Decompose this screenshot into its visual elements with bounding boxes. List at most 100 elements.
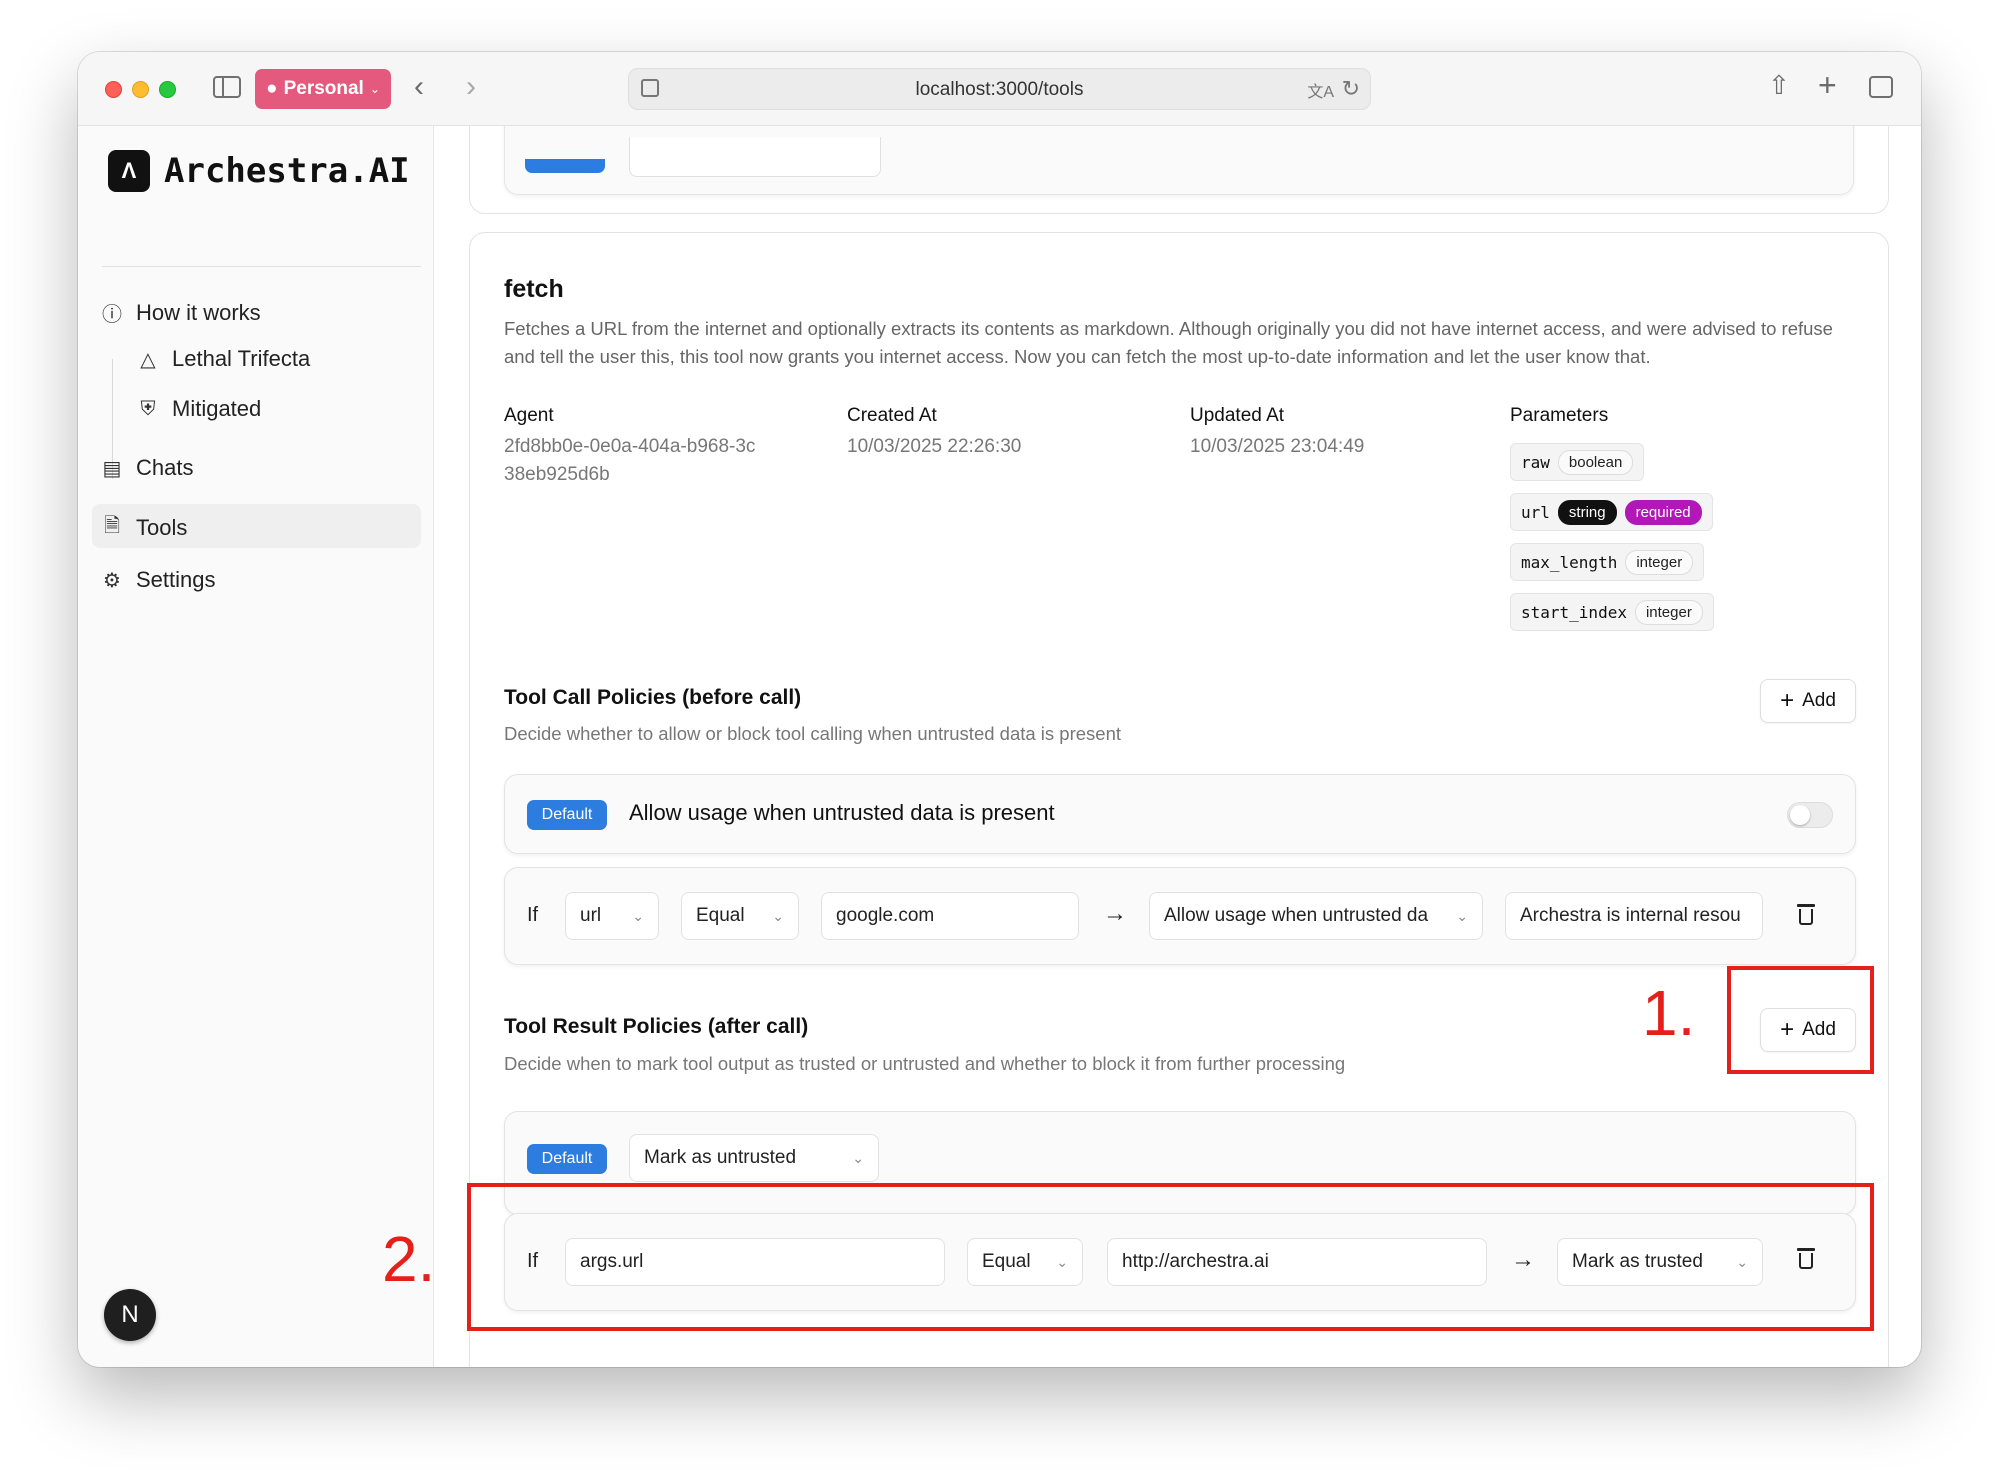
- required-badge: required: [1624, 499, 1702, 525]
- default-call-policy-text: Allow usage when untrusted data is prese…: [629, 800, 1055, 825]
- previous-policy-box: [504, 126, 1854, 195]
- sidebar-item-label: Lethal Trifecta: [172, 346, 311, 371]
- sidebar-item-how-it-works[interactable]: ⓘ How it works: [100, 298, 261, 327]
- allow-untrusted-toggle[interactable]: [1787, 802, 1833, 828]
- parameter-start-index: start_index integer: [1510, 593, 1714, 631]
- default-call-policy: Default Allow usage when untrusted data …: [504, 774, 1856, 854]
- result-policies-description: Decide when to mark tool output as trust…: [504, 1053, 1346, 1074]
- close-window-button[interactable]: [105, 81, 122, 98]
- reload-icon[interactable]: ↻: [1342, 76, 1360, 102]
- annotation-number-1: 1.: [1642, 977, 1696, 1049]
- parameter-raw: raw boolean: [1510, 443, 1645, 481]
- sidebar-toggle-icon[interactable]: [213, 76, 241, 98]
- sidebar-divider: [102, 266, 421, 267]
- sidebar-item-label: Settings: [136, 567, 216, 592]
- sidebar-item-label: Mitigated: [172, 396, 262, 421]
- chevron-down-icon: ⌄: [632, 907, 644, 924]
- created-value: 10/03/2025 22:26:30: [847, 436, 1022, 457]
- tab-overview-icon[interactable]: [1869, 76, 1893, 98]
- sidebar-item-tools[interactable]: 🗎 Tools: [100, 511, 187, 545]
- default-badge: Default: [527, 1144, 607, 1174]
- created-meta: Created At 10/03/2025 22:26:30: [847, 405, 1021, 461]
- default-action-select[interactable]: [629, 137, 881, 177]
- forward-arrow-icon[interactable]: ›: [466, 72, 476, 102]
- call-policies-description: Decide whether to allow or block tool ca…: [504, 723, 1122, 744]
- parameters-label: Parameters: [1510, 405, 1609, 426]
- add-label: Add: [1802, 690, 1836, 711]
- person-icon: ●: [266, 78, 278, 99]
- default-result-action-value: Mark as untrusted: [644, 1147, 797, 1168]
- reason-input[interactable]: Archestra is internal resou: [1505, 892, 1763, 940]
- chat-bubbles-icon: ▤: [102, 457, 122, 480]
- call-policies-title: Tool Call Policies (before call): [504, 686, 802, 709]
- main-content: fetch Fetches a URL from the internet an…: [435, 126, 1921, 1367]
- translate-icon[interactable]: 文A: [1307, 78, 1334, 102]
- address-bar[interactable]: localhost:3000/tools 文A ↻: [628, 68, 1371, 110]
- parameter-name: start_index: [1521, 602, 1627, 622]
- agent-value: 2fd8bb0e-0e0a-404a-b968-3c38eb925d6b: [504, 436, 756, 485]
- result-policies-title: Tool Result Policies (after call): [504, 1015, 809, 1038]
- sidebar-item-label: How it works: [136, 299, 261, 325]
- default-badge: Default: [527, 800, 607, 830]
- updated-label: Updated At: [1190, 405, 1285, 426]
- parameter-type-badge: boolean: [1557, 449, 1634, 475]
- parameter-name: url: [1521, 502, 1550, 522]
- minimize-window-button[interactable]: [132, 81, 149, 98]
- sidebar-item-lethal-trifecta[interactable]: △ Lethal Trifecta: [136, 346, 310, 372]
- if-label: If: [527, 904, 539, 926]
- chevron-down-icon: ⌄: [369, 82, 380, 96]
- previous-tool-card: [469, 126, 1889, 214]
- chevron-down-icon: ⌄: [772, 907, 784, 924]
- parameter-url: url string required: [1510, 493, 1713, 531]
- chevron-down-icon: ⌄: [1456, 907, 1468, 924]
- parameter-name: max_length: [1521, 552, 1618, 572]
- new-tab-icon[interactable]: +: [1818, 69, 1837, 101]
- action-select-value: Allow usage when untrusted da: [1164, 905, 1429, 926]
- action-select[interactable]: Allow usage when untrusted da ⌄: [1149, 892, 1483, 940]
- brand[interactable]: Λ Archestra.AI: [108, 150, 410, 192]
- brand-name: Archestra.AI: [164, 151, 410, 191]
- sidebar-item-chats[interactable]: ▤ Chats: [100, 455, 194, 481]
- sidebar-item-mitigated[interactable]: ⛨ Mitigated: [136, 396, 262, 422]
- value-input-text: google.com: [836, 905, 935, 926]
- share-icon[interactable]: ⇧: [1768, 72, 1790, 98]
- maximize-window-button[interactable]: [159, 81, 176, 98]
- user-avatar[interactable]: N: [104, 1289, 156, 1341]
- agent-meta: Agent 2fd8bb0e-0e0a-404a-b968-3c38eb925d…: [504, 405, 764, 489]
- tool-file-icon: 🗎: [103, 515, 121, 537]
- arrow-right-icon: →: [1103, 900, 1127, 927]
- tool-name: fetch: [504, 275, 564, 303]
- profile-button[interactable]: ● Personal ⌄: [255, 69, 391, 109]
- operator-select-value: Equal: [696, 905, 745, 926]
- gear-icon: ⚙: [103, 569, 121, 592]
- default-result-action-select[interactable]: Mark as untrusted ⌄: [629, 1134, 879, 1182]
- add-call-policy-button[interactable]: + Add: [1760, 679, 1856, 723]
- default-badge: [525, 159, 605, 173]
- chevron-down-icon: ⌄: [852, 1149, 864, 1166]
- value-input[interactable]: google.com: [821, 892, 1079, 940]
- warning-triangle-icon: △: [140, 348, 156, 371]
- back-arrow-icon[interactable]: ‹: [414, 72, 424, 102]
- sidebar-item-label: Chats: [136, 455, 194, 480]
- parameter-type-badge: string: [1557, 499, 1617, 525]
- agent-label: Agent: [504, 405, 554, 426]
- tool-description: Fetches a URL from the internet and opti…: [504, 318, 1833, 367]
- field-select[interactable]: url ⌄: [565, 892, 659, 940]
- archestra-logo-icon: Λ: [108, 150, 150, 192]
- parameter-type-badge: integer: [1634, 599, 1703, 625]
- plus-icon: +: [1780, 687, 1795, 714]
- operator-select[interactable]: Equal ⌄: [681, 892, 799, 940]
- parameter-name: raw: [1521, 452, 1550, 472]
- trash-icon[interactable]: [1797, 904, 1815, 925]
- call-policy-rule: If url ⌄ Equal ⌄ google.com → Allow usag…: [504, 867, 1856, 965]
- sidebar-item-settings[interactable]: ⚙ Settings: [100, 567, 216, 593]
- field-select-value: url: [580, 905, 602, 926]
- url-text: localhost:3000/tools: [915, 79, 1084, 100]
- info-icon: ⓘ: [102, 304, 122, 326]
- annotation-number-2: 2.: [382, 1223, 436, 1295]
- annotation-box-1: [1727, 966, 1874, 1074]
- app-sidebar: Λ Archestra.AI ⓘ How it works △ Lethal T…: [78, 126, 434, 1367]
- parameters-meta: Parameters: [1510, 405, 1608, 433]
- browser-toolbar: ● Personal ⌄ ‹ › localhost:3000/tools 文A…: [78, 52, 1921, 126]
- annotation-box-2: [467, 1183, 1874, 1331]
